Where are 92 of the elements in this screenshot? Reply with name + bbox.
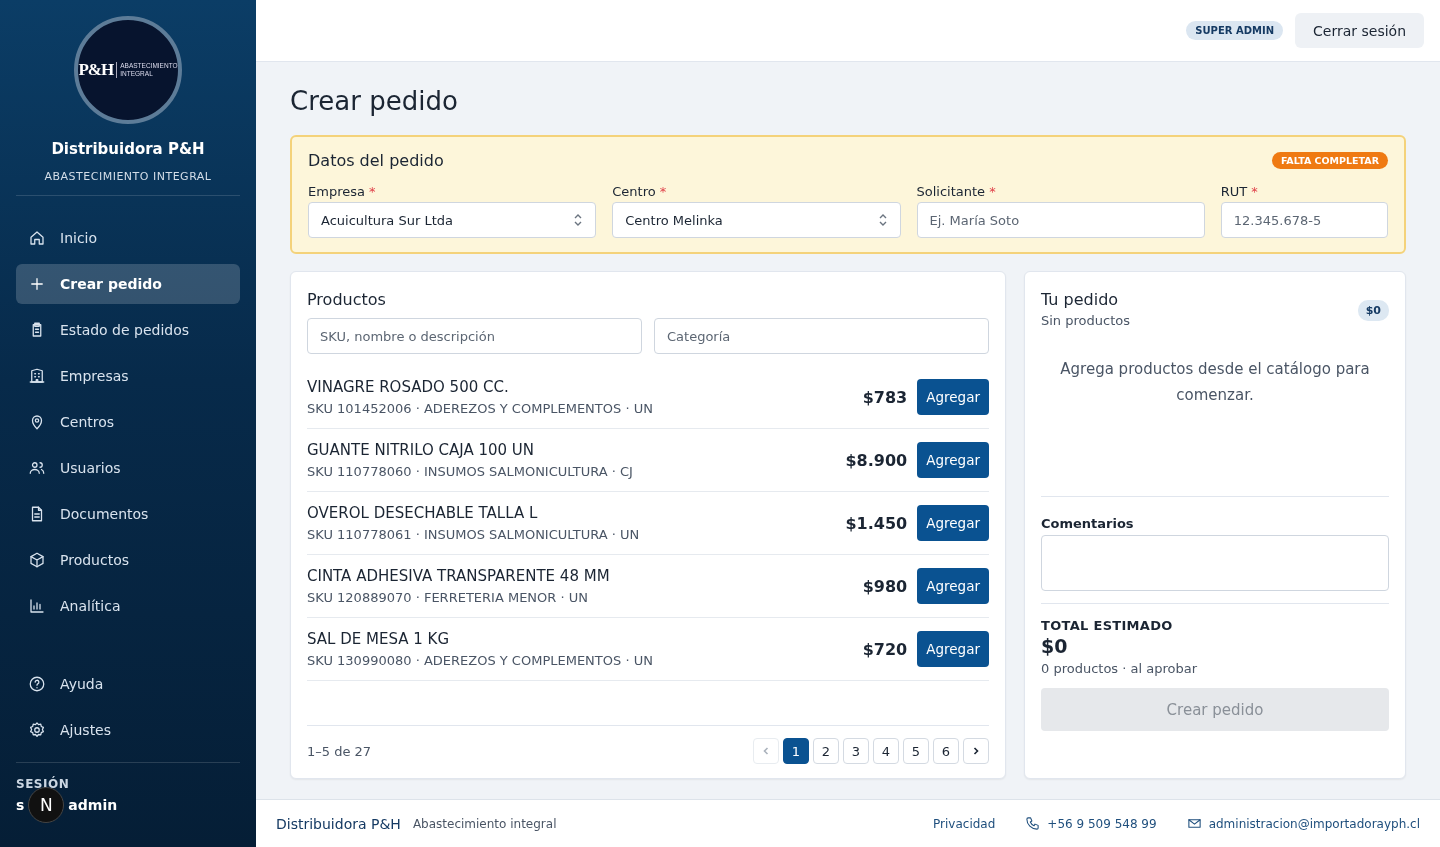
sort-icon xyxy=(877,213,888,227)
input-field[interactable]: Ej. María Soto xyxy=(916,202,1205,238)
card-subtitle: Sin productos xyxy=(1041,313,1130,328)
select-field[interactable]: Centro Melinka xyxy=(612,202,901,238)
nav-item[interactable]: Documentos xyxy=(16,494,240,534)
category-field[interactable]: Categoría xyxy=(654,318,989,354)
nav-item[interactable]: Inicio xyxy=(16,218,240,258)
privacy-link[interactable]: Privacidad xyxy=(933,816,996,831)
nav-item[interactable]: Productos xyxy=(16,540,240,580)
product-details: SKU 110778060 · INSUMOS SALMONICULTURA · CJ xyxy=(307,464,634,479)
product-name: GUANTE NITRILO CAJA 100 UN xyxy=(307,441,536,459)
card-title: Productos xyxy=(307,290,387,309)
footer-tagline: Abastecimiento integral xyxy=(412,816,557,831)
comments-field[interactable] xyxy=(1041,535,1389,591)
nav-item[interactable]: Usuarios xyxy=(16,448,240,488)
add-button[interactable]: Agregar xyxy=(917,505,989,541)
page-button[interactable]: 6 xyxy=(933,738,959,764)
add-button[interactable]: Agregar xyxy=(917,568,989,604)
footer-brand: Distribuidora P&H xyxy=(276,815,401,832)
nav-item[interactable]: Estado de pedidos xyxy=(16,310,240,350)
nav-item[interactable]: Crear pedido xyxy=(16,264,240,304)
page-button[interactable]: 4 xyxy=(873,738,899,764)
total-summary: 0 productos · al aprobar xyxy=(1041,661,1199,676)
phone-link[interactable]: +56 9 509 548 99 xyxy=(1047,816,1157,831)
role-badge: SUPER ADMIN xyxy=(1186,21,1284,40)
product-name: VINAGRE ROSADO 500 CC. xyxy=(307,378,510,396)
product-name: CINTA ADHESIVA TRANSPARENTE 48 MM xyxy=(307,567,611,585)
product-price: $720 xyxy=(862,639,908,659)
field-label: Solicitante xyxy=(916,184,986,199)
input-field[interactable]: 12.345.678-5 xyxy=(1220,202,1388,238)
page-title: Crear pedido xyxy=(290,85,459,118)
required-mark: * xyxy=(368,184,376,199)
phone-icon xyxy=(1025,816,1041,831)
settings-icon xyxy=(28,721,46,739)
company-name: Distribuidora P&H xyxy=(50,140,206,158)
required-mark: * xyxy=(989,184,996,199)
card-title: Tu pedido xyxy=(1041,290,1120,309)
add-button[interactable]: Agregar xyxy=(917,379,989,415)
product-price: $1.450 xyxy=(845,513,908,533)
product-price: $980 xyxy=(862,576,908,596)
product-details: SKU 101452006 · ADEREZOS Y COMPLEMENTOS · UN xyxy=(307,401,654,416)
add-button[interactable]: Agregar xyxy=(917,631,989,667)
search-field[interactable]: SKU, nombre o descripción xyxy=(307,318,642,354)
total-badge: $0 xyxy=(1357,300,1389,321)
user-name: s xyxy=(16,797,25,813)
sort-icon xyxy=(573,213,584,227)
nav-item[interactable]: Ajustes xyxy=(16,710,240,750)
chevron-left-icon xyxy=(761,746,771,756)
company-tagline: ABASTECIMIENTO INTEGRAL xyxy=(43,170,213,183)
status-badge: FALTA COMPLETAR xyxy=(1271,152,1388,169)
plus-icon xyxy=(28,275,46,293)
product-name: SAL DE MESA 1 KG xyxy=(307,630,450,648)
field-label: Centro xyxy=(612,184,656,199)
next-page-button[interactable] xyxy=(963,738,989,764)
dev-indicator[interactable]: N xyxy=(28,787,65,823)
product-details: SKU 120889070 · FERRETERIA MENOR · UN xyxy=(307,590,589,605)
page-button[interactable]: 5 xyxy=(903,738,929,764)
nav-item[interactable]: Ayuda xyxy=(16,664,240,704)
building-icon xyxy=(28,367,46,385)
required-mark: * xyxy=(1251,184,1258,199)
nav-item[interactable]: Centros xyxy=(16,402,240,442)
users-icon xyxy=(28,459,46,477)
page-button[interactable]: 3 xyxy=(843,738,869,764)
page-button[interactable]: 1 xyxy=(783,738,809,764)
home-icon xyxy=(28,229,46,247)
user-name: admin xyxy=(68,797,118,813)
product-details: SKU 110778061 · INSUMOS SALMONICULTURA · UN xyxy=(307,527,641,542)
field-label: Empresa xyxy=(308,184,365,199)
product-price: $783 xyxy=(862,387,908,407)
chevron-right-icon xyxy=(971,746,981,756)
cube-icon xyxy=(28,551,46,569)
product-price: $8.900 xyxy=(845,450,908,470)
help-icon xyxy=(28,675,46,693)
add-button[interactable]: Agregar xyxy=(917,442,989,478)
total-label: TOTAL ESTIMADO xyxy=(1041,618,1174,633)
email-link[interactable]: administracion@importadorayph.cl xyxy=(1208,816,1420,831)
field-label: RUT xyxy=(1220,184,1248,199)
field-label: Comentarios xyxy=(1041,516,1135,531)
product-name: OVEROL DESECHABLE TALLA L xyxy=(307,504,539,522)
product-details: SKU 130990080 · ADEREZOS Y COMPLEMENTOS · UN xyxy=(307,653,654,668)
nav-item[interactable]: Empresas xyxy=(16,356,240,396)
required-mark: * xyxy=(659,184,667,199)
empty-message: Agrega productos desde el catálogo para comenzar. xyxy=(1060,360,1370,404)
nav-item[interactable]: Analítica xyxy=(16,586,240,626)
logout-button[interactable]: Cerrar sesión xyxy=(1295,13,1424,48)
page-button[interactable]: 2 xyxy=(813,738,839,764)
select-field[interactable]: Acuicultura Sur Ltda xyxy=(308,202,597,238)
mail-icon xyxy=(1186,816,1202,831)
pagination-range: 1–5 de 27 xyxy=(307,743,372,759)
total-amount: $0 xyxy=(1041,635,1069,657)
bar-chart-icon xyxy=(28,597,46,615)
card-title: Datos del pedido xyxy=(308,151,444,170)
